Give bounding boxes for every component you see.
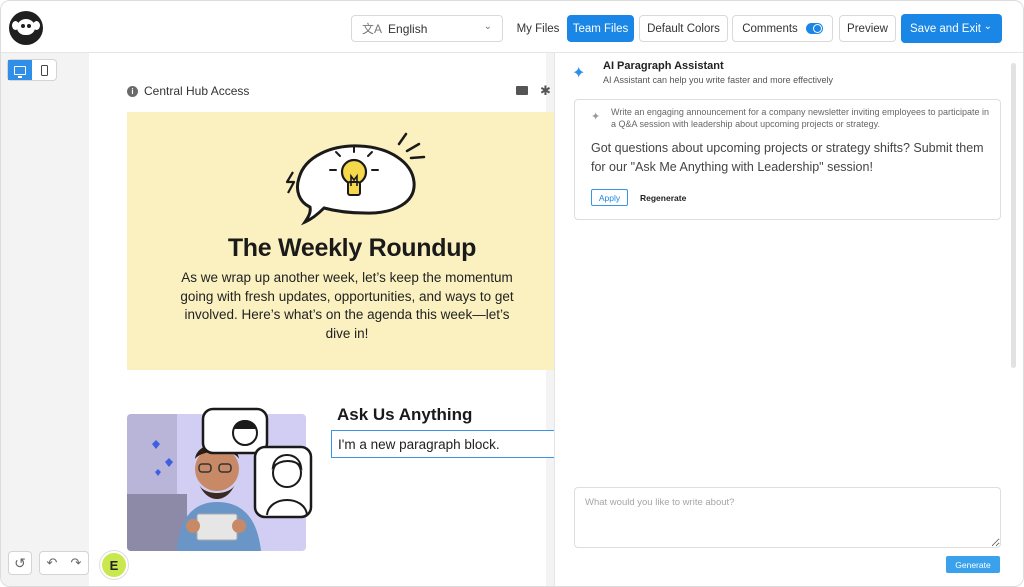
left-rail bbox=[1, 53, 89, 586]
apply-button[interactable]: Apply bbox=[591, 189, 628, 206]
ai-panel-title: AI Paragraph Assistant bbox=[603, 60, 724, 72]
magic-wand-icon: ✦ bbox=[572, 65, 586, 82]
history-icon[interactable]: ↺ bbox=[8, 551, 32, 575]
monitor-icon bbox=[14, 65, 26, 78]
hero-body[interactable]: As we wrap up another week, let’s keep t… bbox=[172, 269, 522, 343]
save-and-exit-label: Save and Exit bbox=[910, 22, 981, 35]
speech-bubble-lightbulb-illustration bbox=[285, 132, 426, 226]
phone-icon bbox=[40, 64, 48, 76]
hero-title[interactable]: The Weekly Roundup bbox=[127, 234, 577, 263]
monkey-logo-icon[interactable] bbox=[9, 11, 43, 45]
translate-icon: 文A bbox=[362, 22, 383, 36]
ai-prompt-text: Write an engaging announcement for a com… bbox=[611, 107, 990, 129]
team-files-button[interactable]: Team Files bbox=[567, 15, 634, 42]
comments-switch[interactable] bbox=[805, 23, 823, 34]
ai-prompt-input[interactable] bbox=[574, 487, 1001, 548]
comments-toggle-button[interactable]: Comments bbox=[732, 15, 833, 42]
device-toggle bbox=[7, 59, 57, 81]
header-label-text: Central Hub Access bbox=[144, 84, 250, 98]
redo-icon[interactable]: ↷ bbox=[64, 552, 88, 574]
preview-button[interactable]: Preview bbox=[839, 15, 896, 42]
logo-eye bbox=[21, 24, 25, 28]
language-select[interactable]: 文A English ⌄ bbox=[351, 15, 503, 42]
section-title[interactable]: Ask Us Anything bbox=[337, 405, 472, 425]
undo-icon[interactable]: ↶ bbox=[40, 552, 64, 574]
paragraph-block[interactable]: I'm a new paragraph block. bbox=[331, 430, 556, 458]
comments-label: Comments bbox=[742, 22, 798, 35]
app-window: 文A English ⌄ My Files Team Files Default… bbox=[0, 0, 1024, 587]
mobile-view-button[interactable] bbox=[32, 60, 56, 80]
mail-icon[interactable] bbox=[516, 86, 528, 95]
chevron-down-icon[interactable]: ⌄ bbox=[984, 21, 992, 32]
save-and-exit-button[interactable]: Save and Exit ⌄ bbox=[901, 14, 1002, 43]
ai-panel-subtitle: AI Assistant can help you write faster a… bbox=[603, 75, 833, 85]
regenerate-button[interactable]: Regenerate bbox=[640, 193, 686, 203]
collaborator-avatar[interactable]: E bbox=[100, 551, 128, 579]
default-colors-button[interactable]: Default Colors bbox=[639, 15, 728, 42]
header-label: i Central Hub Access bbox=[127, 84, 249, 98]
hero-block[interactable]: The Weekly Roundup As we wrap up another… bbox=[127, 112, 557, 370]
generate-button[interactable]: Generate bbox=[946, 556, 1000, 573]
logo-face bbox=[17, 19, 35, 35]
language-value: English bbox=[388, 21, 428, 36]
doodle-faces-illustration bbox=[201, 407, 313, 519]
magic-wand-icon: ✦ bbox=[591, 111, 601, 123]
top-toolbar: 文A English ⌄ My Files Team Files Default… bbox=[1, 1, 1023, 53]
chevron-down-icon: ⌄ bbox=[483, 21, 492, 32]
my-files-button[interactable]: My Files bbox=[513, 15, 563, 42]
ai-result-text: Got questions about upcoming projects or… bbox=[591, 141, 984, 174]
panel-scrollbar[interactable] bbox=[1011, 63, 1016, 368]
logo-eye bbox=[27, 24, 31, 28]
info-icon: i bbox=[127, 85, 138, 97]
desktop-view-button[interactable] bbox=[8, 60, 32, 80]
undo-redo-group: ↶ ↷ bbox=[39, 551, 89, 575]
gear-icon[interactable]: ✱ bbox=[540, 83, 551, 99]
